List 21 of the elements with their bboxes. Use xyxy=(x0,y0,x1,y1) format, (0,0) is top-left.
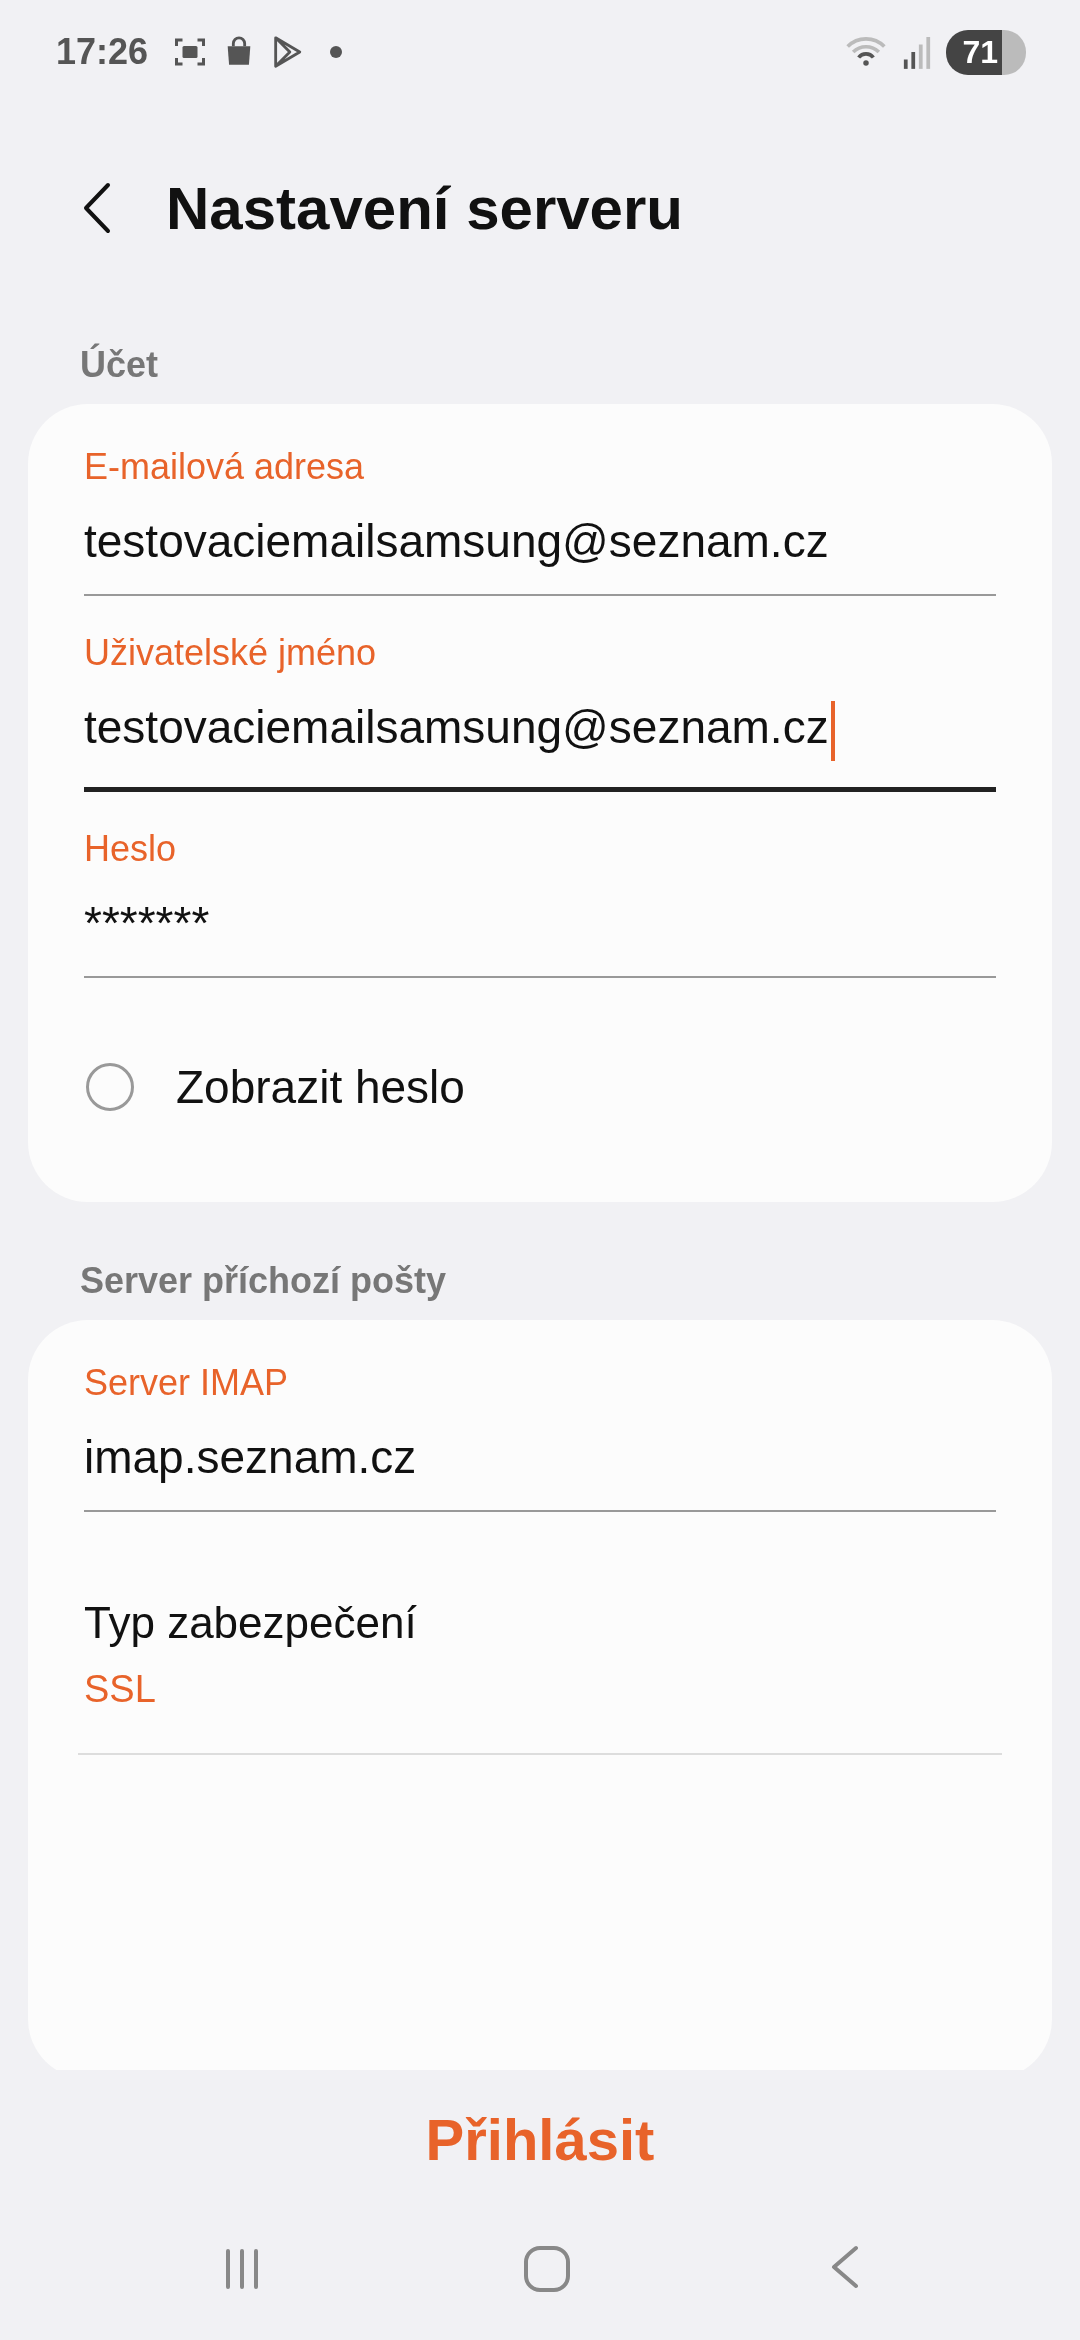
checkbox-label: Zobrazit heslo xyxy=(176,1059,465,1114)
settings-item[interactable]: Typ zabezpečení SSL xyxy=(78,1535,1002,1755)
text-cursor xyxy=(830,700,835,761)
checkbox[interactable] xyxy=(86,1062,134,1111)
field-label: E-mailová adresa xyxy=(84,446,366,488)
input-field[interactable]: testovaciemailsamsung@seznam.cz xyxy=(84,700,996,792)
section-title: Server příchozí pošty xyxy=(79,1258,448,1303)
battery-level: 71 xyxy=(946,29,1026,75)
page-title: Nastavení serveru xyxy=(166,173,683,243)
signal-icon xyxy=(902,35,933,69)
field-label: Heslo xyxy=(84,827,178,870)
input-field[interactable]: ******* xyxy=(84,895,996,978)
section-title: Účet xyxy=(79,342,160,387)
status-time: 17:26 xyxy=(56,31,149,73)
back-button[interactable] xyxy=(82,182,112,234)
field-label: Uživatelské jméno xyxy=(84,632,378,674)
home-icon[interactable] xyxy=(523,2245,571,2293)
field-label: Server IMAP xyxy=(84,1361,290,1404)
input-field[interactable]: imap.seznam.cz xyxy=(84,1429,996,1512)
input-field[interactable]: testovaciemailsamsung@seznam.cz xyxy=(84,514,996,596)
notification-dot-icon xyxy=(330,46,343,58)
